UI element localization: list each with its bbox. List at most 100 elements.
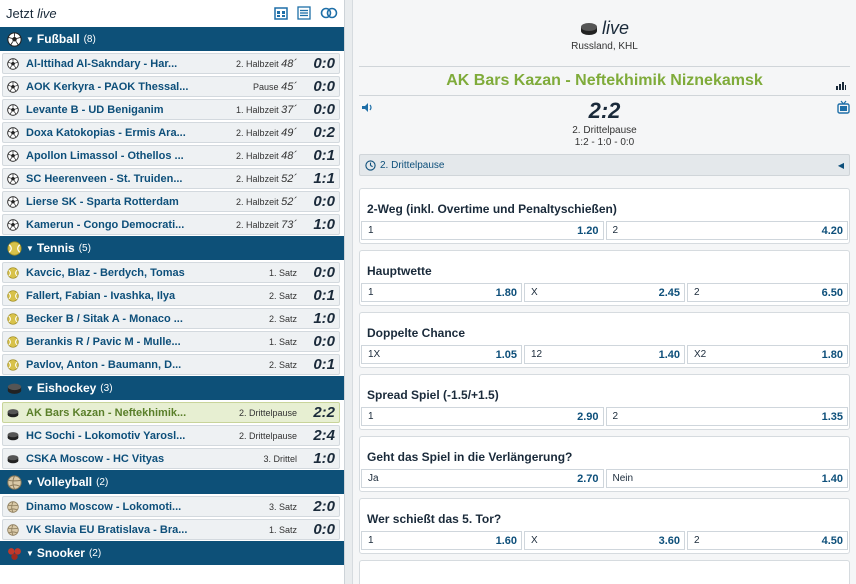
outcome-label: 2 xyxy=(612,225,619,236)
caret-down-icon: ▼ xyxy=(26,243,34,253)
match-row[interactable]: Lierse SK - Sparta Rotterdam 2. Halbzeit … xyxy=(2,191,340,212)
sport-count: (2) xyxy=(96,476,109,488)
odds-button[interactable]: 1X 1.05 xyxy=(361,345,522,364)
match-status: 3. Drittel xyxy=(211,454,297,464)
match-status-text: Pause xyxy=(253,81,279,92)
outcome-label: 1X xyxy=(368,349,381,360)
tennis-ball-icon xyxy=(6,358,20,372)
match-row[interactable]: Berankis R / Pavic M - Mulle... 1. Satz 0:… xyxy=(2,331,340,352)
outcome-odds: 1.80 xyxy=(821,348,843,361)
outcome-label: X xyxy=(531,287,538,298)
tennis-ball-icon xyxy=(6,240,22,256)
match-teams: Berankis R / Pavic M - Mulle... xyxy=(26,335,181,348)
match-row[interactable]: Pavlov, Anton - Baumann, D... 2. Satz 0:1 xyxy=(2,354,340,375)
match-status-text: 1. Halbzeit xyxy=(236,104,279,115)
odds-button[interactable]: 1 2.90 xyxy=(361,407,604,426)
match-score: 0:0 xyxy=(313,55,335,72)
match-status-toggle[interactable]: 2. Drittelpause ◀ xyxy=(359,154,850,176)
market-title: Geht das Spiel in die Verlängerung? xyxy=(367,450,573,464)
match-teams: CSKA Moscow - HC Vityas xyxy=(26,452,165,465)
market-card: Geht das Spiel in die Verlängerung? Ja 2.7… xyxy=(359,436,850,492)
event-title: AK Bars Kazan - Neftekhimik Niznekamsk xyxy=(446,72,763,89)
tennis-ball-icon xyxy=(6,312,20,326)
sound-icon[interactable] xyxy=(361,102,373,113)
odds-button[interactable]: 2 4.50 xyxy=(687,531,848,550)
caret-down-icon: ▼ xyxy=(26,34,34,44)
match-row[interactable]: Becker B / Sitak A - Monaco ... 2. Satz 1:… xyxy=(2,308,340,329)
odds-button[interactable]: 2 6.50 xyxy=(687,283,848,302)
match-row[interactable]: HC Sochi - Lokomotiv Yarosl... 2. Drittel… xyxy=(2,425,340,446)
match-status-text: 3. Satz xyxy=(268,501,297,512)
match-row[interactable]: Kavcic, Blaz - Berdych, Tomas 1. Satz 0:0 xyxy=(2,262,340,283)
match-row[interactable]: VK Slavia EU Bratislava - Bra... 1. Satz 0… xyxy=(2,519,340,540)
event-header: live Russland, KHL xyxy=(353,0,856,66)
match-teams: SC Heerenveen - St. Truiden... xyxy=(26,172,183,185)
hockey-puck-icon xyxy=(580,22,597,35)
sport-header-soccer-ball[interactable]: ▼ Fußball (8) xyxy=(0,27,344,51)
odds-button[interactable]: Ja 2.70 xyxy=(361,469,604,488)
market-card: 2-Weg (inkl. Overtime und Penaltyschieße… xyxy=(359,188,850,244)
match-row[interactable]: CSKA Moscow - HC Vityas 3. Drittel 1:0 xyxy=(2,448,340,469)
match-row[interactable]: Apollon Limassol - Othellos ... 2. Halbze… xyxy=(2,145,340,166)
market-card: Doppelte Chance 1X 1.05 12 1.40 X2 1.80 xyxy=(359,312,850,368)
match-row[interactable]: AOK Kerkyra - PAOK Thessal... Pause 45´ 0:… xyxy=(2,76,340,97)
sport-header-volleyball[interactable]: ▼ Volleyball (2) xyxy=(0,470,344,494)
outcome-odds: 2.70 xyxy=(577,472,599,485)
calendar-view-icon[interactable] xyxy=(274,6,288,20)
odds-button[interactable]: 12 1.40 xyxy=(524,345,685,364)
statistics-icon[interactable] xyxy=(836,81,846,90)
match-status: 2. Halbzeit 48´ xyxy=(211,58,297,70)
match-score: 2:4 xyxy=(313,427,335,444)
outcome-odds: 1.40 xyxy=(658,348,680,361)
odds-button[interactable]: 1 1.80 xyxy=(361,283,522,302)
outcome-label: 1 xyxy=(368,535,374,546)
match-row[interactable]: Levante B - UD Beniganim 1. Halbzeit 37´ 0… xyxy=(2,99,340,120)
odds-button[interactable]: X 3.60 xyxy=(524,531,685,550)
sport-count: (3) xyxy=(100,382,113,394)
odds-button[interactable]: 1 1.60 xyxy=(361,531,522,550)
odds-button[interactable]: Nein 1.40 xyxy=(605,469,848,488)
tv-stream-icon[interactable] xyxy=(837,100,850,114)
match-status: 2. Satz xyxy=(211,314,297,324)
match-row[interactable]: Doxa Katokopias - Ermis Ara... 2. Halbzei… xyxy=(2,122,340,143)
match-teams: Doxa Katokopias - Ermis Ara... xyxy=(26,126,186,139)
outcome-label: 2 xyxy=(612,411,619,422)
sport-header-snooker[interactable]: ▼ Snooker (2) xyxy=(0,541,344,565)
match-row[interactable]: AK Bars Kazan - Neftekhimik... 2. Drittel… xyxy=(2,402,340,423)
event-period: 2. Drittelpause xyxy=(572,125,637,136)
soccer-ball-icon xyxy=(6,126,20,140)
odds-button[interactable]: X 2.45 xyxy=(524,283,685,302)
odds-button[interactable]: 1 1.20 xyxy=(361,221,604,240)
volleyball-icon xyxy=(6,523,20,537)
match-row[interactable]: Al-Ittihad Al-Sakndary - Har... 2. Halbze… xyxy=(2,53,340,74)
caret-down-icon: ▼ xyxy=(26,477,34,487)
match-status: 2. Drittelpause xyxy=(211,431,297,441)
soccer-ball-icon xyxy=(6,195,20,209)
sport-header-hockey-puck[interactable]: ▼ Eishockey (3) xyxy=(0,376,344,400)
outcome-label: 1 xyxy=(368,411,374,422)
match-score: 0:0 xyxy=(313,101,335,118)
match-status: 2. Halbzeit 73´ xyxy=(211,219,297,231)
market-card: Hauptwette 1 1.80 X 2.45 2 6.50 xyxy=(359,250,850,306)
match-row[interactable]: Kamerun - Congo Democrati... 2. Halbzeit … xyxy=(2,214,340,235)
outcome-odds: 1.40 xyxy=(821,472,843,485)
match-status-text: 2. Halbzeit xyxy=(236,127,279,138)
market-outcomes: 1 2.90 2 1.35 xyxy=(361,407,848,426)
match-score: 0:0 xyxy=(313,78,335,95)
multiview-icon[interactable] xyxy=(320,6,338,20)
match-row[interactable]: SC Heerenveen - St. Truiden... 2. Halbzei… xyxy=(2,168,340,189)
sport-header-tennis-ball[interactable]: ▼ Tennis (5) xyxy=(0,236,344,260)
match-score: 2:0 xyxy=(313,498,335,515)
match-row[interactable]: Fallert, Fabian - Ivashka, Ilya 2. Satz 0:… xyxy=(2,285,340,306)
odds-button[interactable]: X2 1.80 xyxy=(687,345,848,364)
soccer-ball-icon xyxy=(6,149,20,163)
volleyball-icon xyxy=(6,474,22,490)
outcome-label: 2 xyxy=(694,535,700,546)
list-view-icon[interactable] xyxy=(297,6,311,20)
odds-button[interactable]: 2 4.20 xyxy=(605,221,848,240)
chevron-left-icon: ◀ xyxy=(837,160,844,170)
scoreboard: 2:2 2. Drittelpause 1:2 - 1:0 - 0:0 xyxy=(353,96,856,154)
match-row[interactable]: Dinamo Moscow - Lokomoti... 3. Satz 2:0 xyxy=(2,496,340,517)
match-minute: 52´ xyxy=(281,195,297,208)
odds-button[interactable]: 2 1.35 xyxy=(605,407,848,426)
